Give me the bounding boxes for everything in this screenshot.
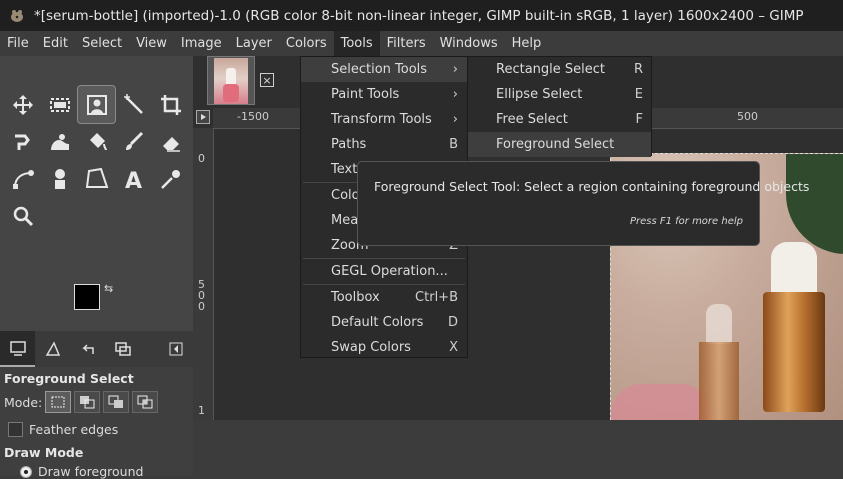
menu-edit[interactable]: Edit [36, 31, 75, 56]
tooltip-text: Foreground Select Tool: Select a region … [374, 179, 810, 194]
mode-row: Mode: [4, 391, 159, 413]
gimp-logo-icon [8, 7, 26, 25]
smudge-icon[interactable] [41, 123, 78, 160]
text-icon[interactable]: A [115, 160, 152, 197]
menu-layer[interactable]: Layer [229, 31, 279, 56]
chevron-right-icon: › [452, 62, 458, 77]
draw-foreground-radio[interactable] [20, 465, 32, 478]
zoom-icon[interactable] [4, 197, 41, 234]
image-front-cap [771, 242, 817, 296]
close-image-icon[interactable]: × [260, 73, 274, 87]
menu-item-paths[interactable]: Paths B [301, 132, 467, 157]
draw-foreground-label: Draw foreground [38, 464, 144, 479]
ruler-corner-icon[interactable] [196, 110, 210, 124]
menu-view[interactable]: View [129, 31, 174, 56]
path-icon[interactable] [4, 160, 41, 197]
menu-bar: File Edit Select View Image Layer Colors… [0, 31, 843, 56]
draw-foreground-row[interactable]: Draw foreground [20, 464, 143, 479]
foreground-select-icon[interactable] [77, 85, 116, 124]
menu-item-foreground-select[interactable]: Foreground Select [468, 132, 651, 157]
ruler-label: 0 [198, 300, 205, 313]
menu-item-ellipse-select[interactable]: Ellipse Select E [468, 82, 651, 107]
menu-item-gegl-operation[interactable]: GEGL Operation... [301, 259, 467, 284]
mode-intersect-button[interactable] [132, 391, 159, 413]
image-pink-bottle [611, 384, 711, 420]
menu-item-free-select[interactable]: Free Select F [468, 107, 651, 132]
draw-mode-label: Draw Mode [4, 445, 84, 460]
menu-item-transform-tools[interactable]: Transform Tools › [301, 107, 467, 132]
tool-grid: A [4, 85, 189, 234]
ruler-label: 0 [198, 152, 205, 165]
foreground-color-swatch[interactable] [74, 284, 100, 310]
fuzzy-select-icon[interactable] [115, 86, 152, 123]
feather-edges-label: Feather edges [29, 422, 119, 437]
mode-subtract-button[interactable] [103, 391, 130, 413]
feather-edges-checkbox[interactable] [8, 422, 23, 437]
clone-icon[interactable] [41, 160, 78, 197]
menu-item-paint-tools[interactable]: Paint Tools › [301, 82, 467, 107]
menu-item-swap-colors[interactable]: Swap Colors X [301, 335, 467, 360]
menu-file[interactable]: File [0, 31, 36, 56]
image-rear-cap [706, 304, 732, 344]
color-picker-icon[interactable] [152, 160, 189, 197]
menu-select[interactable]: Select [75, 31, 129, 56]
menu-filters[interactable]: Filters [380, 31, 433, 56]
eraser-icon[interactable] [152, 123, 189, 160]
tooltip: Foreground Select Tool: Select a region … [357, 161, 809, 246]
dock-tabs [0, 331, 193, 367]
perspective-icon[interactable] [78, 160, 115, 197]
menu-item-default-colors[interactable]: Default Colors D [301, 310, 467, 335]
image-thumbnail [214, 58, 248, 104]
chevron-right-icon: › [452, 87, 458, 102]
bucket-fill-icon[interactable] [78, 123, 115, 160]
feather-edges-row[interactable]: Feather edges [8, 422, 118, 437]
menu-colors[interactable]: Colors [279, 31, 334, 56]
ruler-label: 1 [198, 404, 205, 417]
menu-help[interactable]: Help [505, 31, 549, 56]
configure-tab-icon[interactable] [158, 331, 193, 367]
paintbrush-icon[interactable] [115, 123, 152, 160]
mode-replace-button[interactable] [45, 391, 72, 413]
tool-options-tab-icon[interactable] [0, 331, 35, 367]
image-leaf [786, 154, 843, 254]
selection-tools-submenu: Rectangle Select R Ellipse Select E Free S… [467, 56, 652, 157]
image-rear-neck [699, 342, 739, 420]
menu-item-toolbox[interactable]: Toolbox Ctrl+B [301, 285, 467, 310]
tool-options-panel: Foreground Select Mode: Feather edges Dr… [0, 367, 193, 479]
device-status-tab-icon[interactable] [35, 331, 70, 367]
crop-icon[interactable] [152, 86, 189, 123]
title-bar: *[serum-bottle] (imported)-1.0 (RGB colo… [0, 0, 843, 31]
image-tab-thumbnail[interactable] [207, 56, 255, 105]
image-front-neck [763, 292, 825, 412]
tool-options-title: Foreground Select [4, 371, 134, 386]
images-tab-icon[interactable] [105, 331, 140, 367]
menu-tools[interactable]: Tools [333, 31, 380, 56]
warp-icon[interactable] [4, 123, 41, 160]
menu-image[interactable]: Image [174, 31, 229, 56]
mode-label: Mode: [4, 394, 43, 410]
mode-add-button[interactable] [74, 391, 101, 413]
rect-select-icon[interactable] [41, 86, 78, 123]
svg-text:A: A [125, 169, 142, 191]
tooltip-help-text: Press F1 for more help [629, 216, 743, 227]
chevron-right-icon: › [452, 112, 458, 127]
ruler-label: 500 [737, 110, 758, 123]
menu-item-rectangle-select[interactable]: Rectangle Select R [468, 57, 651, 82]
ruler-label: -1500 [237, 110, 269, 123]
menu-item-selection-tools[interactable]: Selection Tools › [301, 57, 467, 82]
menu-windows[interactable]: Windows [433, 31, 505, 56]
move-icon[interactable] [4, 86, 41, 123]
swap-colors-icon[interactable]: ⇆ [104, 282, 113, 295]
window-title: *[serum-bottle] (imported)-1.0 (RGB colo… [34, 7, 804, 24]
toolbox-panel: A ⇆ Foreground Select Mode: Feather edge… [0, 56, 193, 479]
undo-history-tab-icon[interactable] [70, 331, 105, 367]
vertical-ruler: 0 5 0 0 1 [193, 128, 214, 420]
